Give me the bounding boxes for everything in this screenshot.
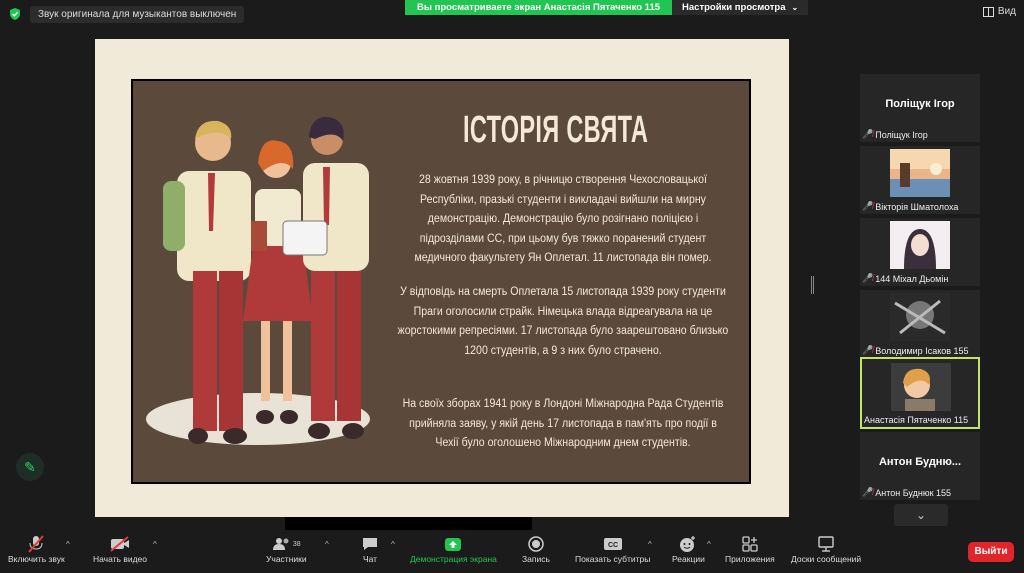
- share-screen-label: Демонстрация экрана: [410, 554, 497, 564]
- chevron-down-icon: ⌄: [915, 508, 927, 522]
- apps-button[interactable]: Приложения: [725, 534, 775, 564]
- start-video-label: Начать видео: [93, 554, 148, 564]
- apps-label: Приложения: [725, 554, 775, 564]
- zoom-window: Звук оригинала для музыкантов выключен В…: [0, 0, 1024, 573]
- participant-name-label: Анастасія Пятаченко 115: [864, 415, 969, 425]
- participants-icon: [272, 538, 289, 550]
- reactions-icon: [680, 536, 696, 552]
- participant-display-name: Антон Будню...: [878, 456, 962, 468]
- mic-muted-icon: 🎤̸: [862, 345, 874, 355]
- slide-paragraph: 28 жовтня 1939 року, в річницю створення…: [414, 174, 712, 264]
- whiteboard-icon: [818, 536, 834, 552]
- participant-photo: [891, 363, 951, 411]
- record-icon: [528, 536, 544, 552]
- share-screen-icon: [445, 537, 462, 551]
- pencil-icon: ✎: [24, 458, 36, 475]
- slide-title: ІСТОРІЯ СВЯТА: [463, 109, 649, 151]
- participant-display-name: Поліщук Ігор: [885, 98, 955, 110]
- shield-check-icon: [10, 8, 20, 20]
- share-screen-button[interactable]: Демонстрация экрана: [410, 534, 497, 564]
- participants-button[interactable]: 38 Участники: [266, 534, 307, 564]
- mic-muted-icon: 🎤̸: [862, 487, 874, 497]
- participants-count: 38: [292, 540, 301, 548]
- chat-icon: [363, 538, 377, 550]
- video-off-icon: [110, 536, 129, 552]
- mic-muted-icon: 🎤̸: [862, 129, 874, 139]
- scroll-down-button[interactable]: ⌄: [894, 504, 948, 526]
- slide-paragraph: У відповідь на смерть Оплетала 15 листоп…: [397, 286, 729, 357]
- whiteboards-button[interactable]: Доски сообщений: [791, 534, 861, 564]
- participant-tile[interactable]: 🎤̸ 144 Міхал Дьомін: [860, 218, 980, 286]
- reactions-label: Реакции: [672, 554, 705, 564]
- participant-name-label: 🎤̸ 144 Міхал Дьомін: [862, 273, 949, 284]
- chat-label: Чат: [362, 554, 378, 564]
- chevron-down-icon: ⌄: [791, 3, 799, 12]
- participant-tile[interactable]: 🎤̸ Володимир Ісаков 155: [860, 290, 980, 358]
- active-speaker-tile[interactable]: Анастасія Пятаченко 115: [860, 357, 980, 429]
- captions-button[interactable]: CC Показать субтитры: [575, 534, 650, 564]
- top-notice: Звук оригинала для музыкантов выключен: [8, 4, 245, 24]
- meeting-toolbar: Включить звук ^ Начать видео ^ 38 Участн…: [0, 530, 1024, 573]
- students-illustration: [146, 116, 370, 445]
- chat-button[interactable]: Чат: [361, 534, 379, 564]
- slide-paragraph: На своїх зборах 1941 року в Лондоні Міжн…: [402, 398, 724, 449]
- participant-tile[interactable]: Поліщук Ігор 🎤̸ Поліщук Ігор: [860, 74, 980, 142]
- participant-tile[interactable]: Антон Будню... 🎤̸ Антон Буднюк 155: [860, 432, 980, 500]
- reactions-button[interactable]: Реакции: [672, 534, 705, 564]
- participant-name-label: 🎤̸ Поліщук Ігор: [862, 129, 928, 140]
- participants-label: Участники: [266, 554, 307, 564]
- share-banner: Вы просматриваете экран Анастасія Пятаче…: [405, 0, 809, 15]
- whiteboards-label: Доски сообщений: [791, 554, 862, 564]
- slide: ІСТОРІЯ СВЯТА 28 жовтня 1939 року, в річ…: [131, 79, 751, 484]
- cc-icon: CC: [603, 538, 622, 550]
- participant-tile[interactable]: 🎤̸ Вікторія Шматолоха: [860, 146, 980, 214]
- start-video-button[interactable]: Начать видео: [93, 534, 147, 564]
- captions-options-caret[interactable]: ^: [648, 540, 652, 549]
- record-label: Запись: [522, 554, 550, 564]
- view-button[interactable]: Вид: [982, 6, 1016, 17]
- participant-name-label: 🎤̸ Антон Буднюк 155: [862, 487, 952, 498]
- original-sound-notice: Звук оригинала для музыкантов выключен: [30, 5, 245, 23]
- participant-name-label: 🎤̸ Володимир Ісаков 155: [862, 345, 969, 356]
- record-button[interactable]: Запись: [522, 534, 550, 564]
- mic-muted-icon: 🎤̸: [862, 201, 874, 211]
- chat-options-caret[interactable]: ^: [391, 540, 395, 549]
- view-settings-label: Настройки просмотра: [682, 2, 786, 13]
- mic-options-caret[interactable]: ^: [66, 540, 70, 549]
- unmute-button[interactable]: Включить звук: [8, 534, 65, 564]
- annotate-button[interactable]: ✎: [16, 453, 44, 481]
- svg-text:CC: CC: [608, 542, 618, 549]
- unmute-label: Включить звук: [8, 554, 65, 564]
- reactions-options-caret[interactable]: ^: [707, 540, 711, 549]
- leave-meeting-button[interactable]: Выйти: [968, 542, 1014, 562]
- view-label: Вид: [997, 6, 1016, 17]
- mic-off-icon: [28, 535, 45, 553]
- participants-options-caret[interactable]: ^: [325, 540, 329, 549]
- participant-photo: [890, 293, 950, 341]
- shared-screen: ІСТОРІЯ СВЯТА 28 жовтня 1939 року, в річ…: [95, 39, 789, 517]
- participant-photo: [890, 149, 950, 197]
- view-settings-button[interactable]: Настройки просмотра ⌄: [672, 0, 809, 15]
- captions-label: Показать субтитры: [575, 554, 651, 564]
- mic-muted-icon: 🎤̸: [862, 273, 874, 283]
- apps-icon: [742, 536, 758, 552]
- video-options-caret[interactable]: ^: [153, 540, 157, 549]
- panel-resize-handle[interactable]: [811, 276, 814, 294]
- viewing-share-label: Вы просматриваете экран Анастасія Пятаче…: [405, 0, 673, 15]
- grid-view-icon: [982, 6, 994, 17]
- participant-name-label: 🎤̸ Вікторія Шматолоха: [862, 201, 959, 212]
- participant-photo: [890, 221, 950, 269]
